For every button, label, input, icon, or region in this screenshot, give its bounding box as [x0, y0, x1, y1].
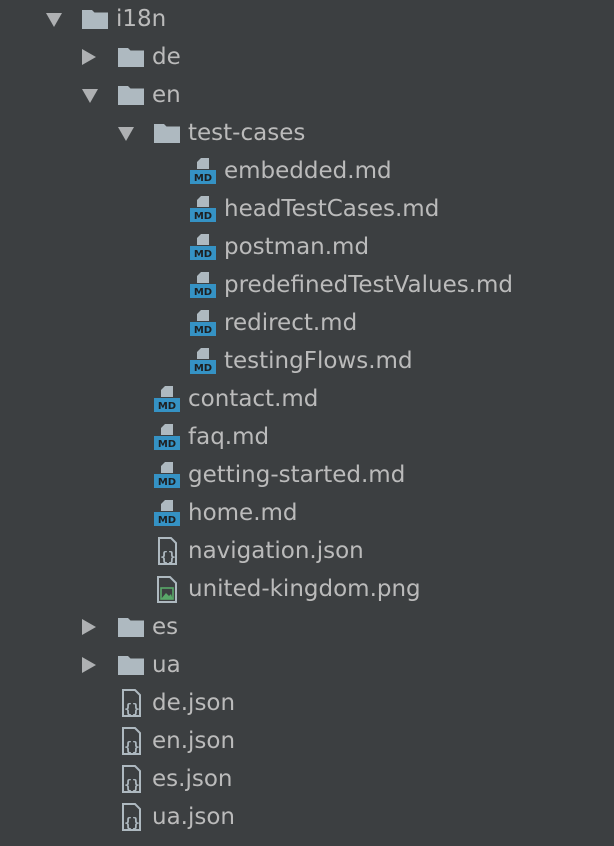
- tree-item-label: es: [152, 614, 179, 640]
- expand-arrow-right-icon[interactable]: [82, 619, 96, 635]
- tree-file-row[interactable]: united-kingdom.png: [0, 570, 614, 608]
- tree-item-label: headTestCases.md: [224, 196, 440, 222]
- folder-icon: [116, 80, 146, 110]
- tree-file-row[interactable]: MD getting-started.md: [0, 456, 614, 494]
- tree-item-label: redirect.md: [224, 310, 358, 336]
- tree-item-label: getting-started.md: [188, 462, 406, 488]
- svg-text:{}: {}: [124, 816, 140, 831]
- tree-item-label: ua: [152, 652, 181, 678]
- tree-item-label: en.json: [152, 728, 236, 754]
- markdown-file-icon: MD: [152, 498, 182, 528]
- tree-file-row[interactable]: MD headTestCases.md: [0, 190, 614, 228]
- tree-folder-row[interactable]: es: [0, 608, 614, 646]
- expand-arrow-right-icon[interactable]: [82, 657, 96, 673]
- tree-item-label: navigation.json: [188, 538, 364, 564]
- folder-icon: [116, 42, 146, 72]
- tree-file-row[interactable]: {} de.json: [0, 684, 614, 722]
- expand-arrow-down-icon[interactable]: [46, 13, 62, 27]
- json-file-icon: {}: [116, 726, 146, 756]
- markdown-file-icon: MD: [152, 422, 182, 452]
- markdown-file-icon: MD: [188, 270, 218, 300]
- svg-text:MD: MD: [194, 173, 212, 184]
- tree-item-label: es.json: [152, 766, 233, 792]
- project-file-tree: i18n de en test-cases MD embedded.md MD headTes…: [0, 0, 614, 846]
- tree-file-row[interactable]: MD predefinedTestValues.md: [0, 266, 614, 304]
- tree-item-label: en: [152, 82, 181, 108]
- svg-text:MD: MD: [158, 477, 176, 488]
- json-file-icon: {}: [116, 802, 146, 832]
- svg-text:MD: MD: [194, 363, 212, 374]
- tree-item-label: home.md: [188, 500, 298, 526]
- folder-icon: [80, 4, 110, 34]
- expand-arrow-down-icon[interactable]: [118, 127, 134, 141]
- tree-item-label: faq.md: [188, 424, 270, 450]
- tree-file-row[interactable]: {} ua.json: [0, 798, 614, 836]
- tree-folder-row[interactable]: test-cases: [0, 114, 614, 152]
- tree-file-row[interactable]: {} navigation.json: [0, 532, 614, 570]
- tree-file-row[interactable]: MD embedded.md: [0, 152, 614, 190]
- tree-file-row[interactable]: MD testingFlows.md: [0, 342, 614, 380]
- markdown-file-icon: MD: [152, 460, 182, 490]
- svg-text:{}: {}: [124, 778, 140, 793]
- tree-folder-row[interactable]: i18n: [0, 0, 614, 38]
- json-file-icon: {}: [116, 764, 146, 794]
- tree-item-label: test-cases: [188, 120, 306, 146]
- svg-text:MD: MD: [158, 515, 176, 526]
- svg-text:{}: {}: [160, 550, 176, 565]
- tree-item-label: i18n: [116, 6, 167, 32]
- markdown-file-icon: MD: [188, 232, 218, 262]
- tree-item-label: ua.json: [152, 804, 236, 830]
- tree-file-row[interactable]: MD redirect.md: [0, 304, 614, 342]
- tree-item-label: de: [152, 44, 181, 70]
- folder-icon: [116, 612, 146, 642]
- expand-arrow-right-icon[interactable]: [82, 49, 96, 65]
- svg-text:{}: {}: [124, 740, 140, 755]
- tree-item-label: testingFlows.md: [224, 348, 413, 374]
- markdown-file-icon: MD: [188, 156, 218, 186]
- image-file-icon: [152, 574, 182, 604]
- markdown-file-icon: MD: [188, 194, 218, 224]
- expand-arrow-down-icon[interactable]: [82, 89, 98, 103]
- tree-file-row[interactable]: {} es.json: [0, 760, 614, 798]
- svg-text:MD: MD: [194, 249, 212, 260]
- svg-text:MD: MD: [194, 325, 212, 336]
- tree-item-label: de.json: [152, 690, 236, 716]
- tree-file-row[interactable]: MD postman.md: [0, 228, 614, 266]
- svg-text:MD: MD: [158, 401, 176, 412]
- tree-item-label: postman.md: [224, 234, 370, 260]
- svg-text:MD: MD: [194, 287, 212, 298]
- markdown-file-icon: MD: [188, 346, 218, 376]
- tree-file-row[interactable]: MD faq.md: [0, 418, 614, 456]
- json-file-icon: {}: [116, 688, 146, 718]
- markdown-file-icon: MD: [188, 308, 218, 338]
- json-file-icon: {}: [152, 536, 182, 566]
- tree-file-row[interactable]: MD home.md: [0, 494, 614, 532]
- tree-file-row[interactable]: MD contact.md: [0, 380, 614, 418]
- tree-item-label: united-kingdom.png: [188, 576, 421, 602]
- folder-icon: [152, 118, 182, 148]
- tree-folder-row[interactable]: ua: [0, 646, 614, 684]
- tree-item-label: contact.md: [188, 386, 319, 412]
- svg-text:{}: {}: [124, 702, 140, 717]
- svg-text:MD: MD: [158, 439, 176, 450]
- tree-file-row[interactable]: {} en.json: [0, 722, 614, 760]
- markdown-file-icon: MD: [152, 384, 182, 414]
- svg-text:MD: MD: [194, 211, 212, 222]
- folder-icon: [116, 650, 146, 680]
- tree-item-label: predefinedTestValues.md: [224, 272, 514, 298]
- tree-item-label: embedded.md: [224, 158, 392, 184]
- tree-folder-row[interactable]: en: [0, 76, 614, 114]
- tree-folder-row[interactable]: de: [0, 38, 614, 76]
